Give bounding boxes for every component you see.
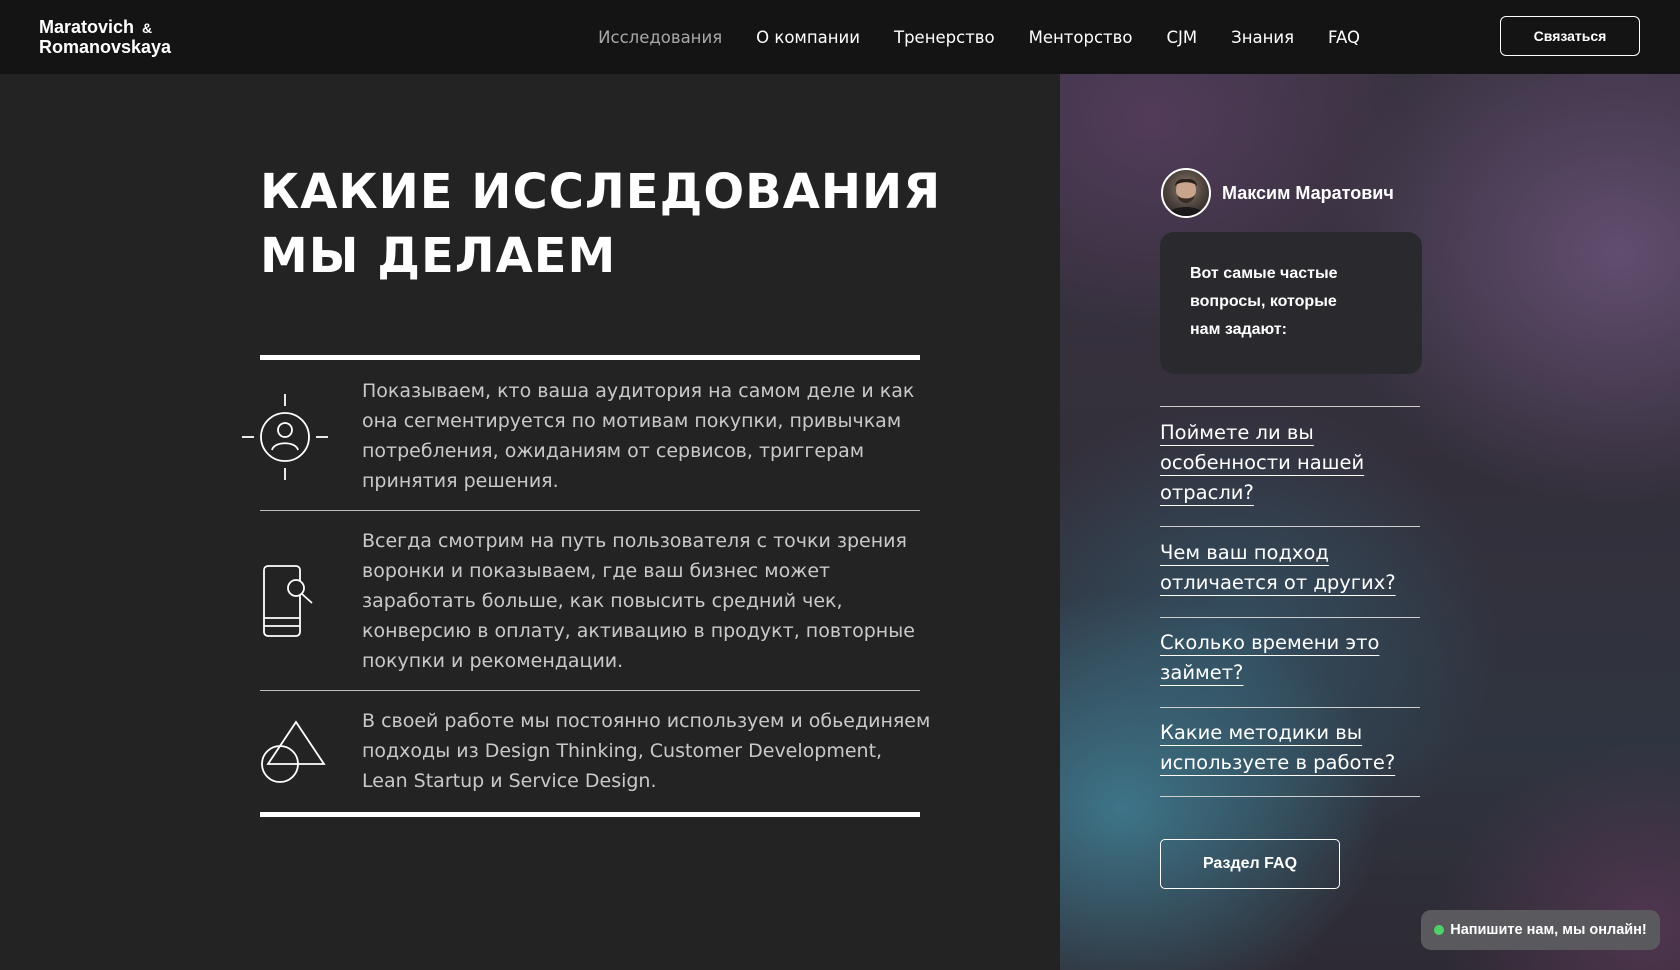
bubble-text: Вот самые частые вопросы, которые нам за… [1190, 265, 1338, 338]
online-status-dot [1434, 925, 1445, 935]
faq-link-industry[interactable]: Поймете ли вы особенности нашей отрасли? [1160, 418, 1420, 508]
message-bubble: Вот самые частые вопросы, которые нам за… [1160, 232, 1422, 374]
feature-text-methods: В своей работе мы постоянно используем и… [362, 710, 931, 792]
faq-divider [1160, 526, 1420, 527]
contact-button[interactable]: Связаться [1500, 16, 1640, 56]
faq-divider [1160, 796, 1420, 797]
page-title: КАКИЕ ИССЛЕДОВАНИЯ МЫ ДЕЛАЕМ [260, 160, 960, 288]
top-header: Maratovich & Romanovskaya Исследования О … [0, 0, 1680, 74]
page: Maratovich & Romanovskaya Исследования О … [0, 0, 1680, 970]
nav-item-research[interactable]: Исследования [598, 28, 722, 47]
faq-divider [1160, 707, 1420, 708]
main-nav: Исследования О компании Тренерство Менто… [598, 0, 1360, 74]
company-logo[interactable]: Maratovich & Romanovskaya [39, 18, 171, 57]
feature-text-audience: Показываем, кто ваша аудитория на самом … [362, 380, 915, 492]
nav-item-mentoring[interactable]: Менторство [1029, 28, 1133, 47]
list-top-rule [260, 355, 920, 360]
online-chat-button[interactable]: Напишите нам, мы онлайн! [1421, 910, 1660, 950]
avatar [1161, 168, 1211, 218]
phone-search-icon [260, 562, 320, 644]
shapes-icon [258, 718, 328, 788]
faq-link-time[interactable]: Сколько времени это займет? [1160, 628, 1420, 688]
logo-ampersand: & [142, 20, 153, 36]
logo-line-1: Maratovich [39, 17, 135, 37]
logo-line-2: Romanovskaya [39, 37, 172, 57]
faq-divider [1160, 406, 1420, 407]
faq-link-approach[interactable]: Чем ваш подход отличается от других? [1160, 538, 1420, 598]
title-line-2: МЫ ДЕЛАЕМ [260, 228, 617, 284]
nav-item-training[interactable]: Тренерство [894, 28, 995, 47]
nav-item-cjm[interactable]: CJM [1166, 28, 1197, 47]
user-target-icon [240, 392, 330, 486]
faq-link-methods[interactable]: Какие методики вы используете в работе? [1160, 718, 1420, 778]
feature-text-funnel: Всегда смотрим на путь пользователя с то… [362, 530, 915, 672]
author-block: Максим Маратович [1161, 168, 1394, 218]
title-line-1: КАКИЕ ИССЛЕДОВАНИЯ [260, 164, 942, 220]
chat-label: Напишите нам, мы онлайн! [1450, 922, 1647, 938]
list-divider [260, 690, 920, 691]
nav-item-faq[interactable]: FAQ [1328, 28, 1360, 47]
list-divider [260, 510, 920, 511]
faq-section-button[interactable]: Раздел FAQ [1160, 839, 1340, 889]
nav-item-about[interactable]: О компании [756, 28, 860, 47]
faq-divider [1160, 617, 1420, 618]
list-bottom-rule [260, 812, 920, 817]
nav-item-knowledge[interactable]: Знания [1231, 28, 1294, 47]
author-name: Максим Маратович [1222, 182, 1394, 203]
